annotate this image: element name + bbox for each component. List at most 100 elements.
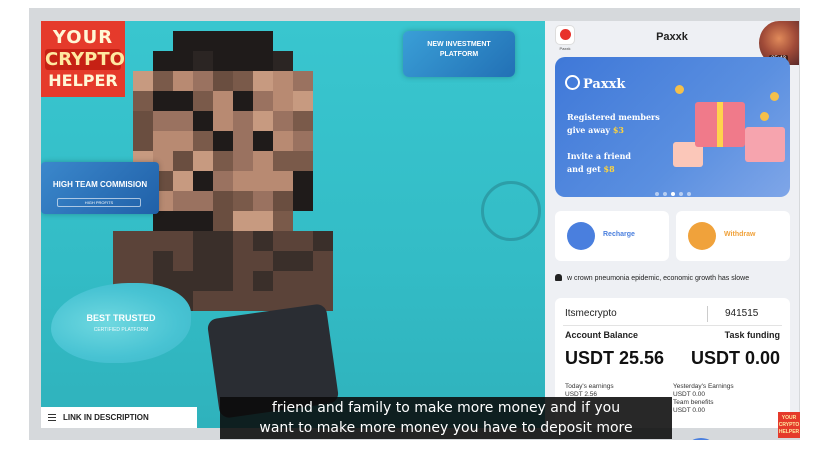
carousel-dot-active[interactable] [671, 192, 675, 196]
carousel-indicator [655, 183, 695, 197]
mosaic-block [273, 271, 293, 291]
mosaic-block [273, 251, 293, 271]
mosaic-block [293, 111, 313, 131]
mosaic-block [233, 291, 253, 311]
mosaic-block [293, 271, 313, 291]
yesterday-earnings-label: Yesterday's Earnings [673, 383, 734, 390]
mosaic-block [153, 91, 173, 111]
mosaic-block [273, 91, 293, 111]
mosaic-block [253, 231, 273, 251]
mosaic-block [153, 111, 173, 131]
mosaic-block [193, 291, 213, 311]
carousel-dot[interactable] [687, 192, 691, 196]
mosaic-block [173, 171, 193, 191]
mosaic-block [253, 171, 273, 191]
invest-card-line-2: PLATFORM [439, 51, 479, 58]
yesterday-earnings-value: USDT 0.00 [673, 391, 706, 398]
mosaic-block [113, 251, 133, 271]
carousel-dot[interactable] [679, 192, 683, 196]
mosaic-block [293, 171, 313, 191]
mosaic-block [133, 71, 153, 91]
subtitle-caption: friend and family to make more money and… [220, 397, 672, 439]
mosaic-block [273, 151, 293, 171]
mosaic-block [273, 111, 293, 131]
mosaic-block [273, 171, 293, 191]
link-in-description-label: LINK IN DESCRIPTION [63, 413, 149, 422]
mosaic-block [273, 51, 293, 71]
mosaic-block [293, 251, 313, 271]
carousel-dot[interactable] [663, 192, 667, 196]
trusted-title: BEST TRUSTED [86, 313, 156, 323]
mosaic-block [253, 51, 273, 71]
mosaic-block [273, 131, 293, 151]
withdraw-button[interactable]: Withdraw [676, 211, 790, 261]
banner-line-4: and get $8 [567, 164, 615, 174]
mini-logo-line-2: CRYPTO [778, 422, 800, 428]
mosaic-block [193, 191, 213, 211]
divider [563, 325, 782, 326]
mosaic-block [193, 211, 213, 231]
video-player[interactable]: YOUR CRYPTO HELPER NEW INVESTMENT PLATFO… [41, 21, 545, 428]
today-earnings-label: Today's earnings [565, 383, 614, 390]
mosaic-block [173, 31, 193, 51]
logo-line-3: HELPER [48, 71, 118, 90]
mosaic-block [133, 131, 153, 151]
mosaic-block [213, 91, 233, 111]
mosaic-block [153, 251, 173, 271]
pixelated-person [113, 21, 340, 428]
ticker-text: w crown pneumonia epidemic, economic gro… [567, 275, 750, 282]
mosaic-block [253, 211, 273, 231]
mosaic-block [233, 271, 253, 291]
mosaic-block [213, 171, 233, 191]
mosaic-block [253, 91, 273, 111]
account-id: 941515 [725, 308, 759, 319]
account-balance-value: USDT 25.56 [565, 348, 665, 368]
recharge-label: Recharge [603, 231, 635, 238]
mosaic-block [293, 231, 313, 251]
mosaic-block [253, 151, 273, 171]
recharge-button[interactable]: Recharge [555, 211, 669, 261]
paxxk-app-panel: Paxxk Paxxk 25:43 Paxxk Registered membe… [545, 21, 799, 428]
mosaic-block [213, 51, 233, 71]
mosaic-block [193, 91, 213, 111]
mosaic-block [213, 231, 233, 251]
coin-icon [675, 85, 684, 94]
mosaic-block [273, 231, 293, 251]
mosaic-block [153, 231, 173, 251]
mosaic-block [233, 151, 253, 171]
floating-action-button[interactable] [687, 438, 715, 440]
banner-line-2: give away $3 [567, 125, 624, 135]
video-frame: YOUR CRYPTO HELPER NEW INVESTMENT PLATFO… [29, 8, 800, 440]
mosaic-block [253, 271, 273, 291]
mosaic-block [173, 131, 193, 151]
mosaic-block [153, 51, 173, 71]
mosaic-block [193, 31, 213, 51]
promo-banner[interactable]: Paxxk Registered members give away $3 In… [555, 57, 790, 197]
mosaic-block [213, 291, 233, 311]
bell-icon [555, 274, 562, 281]
banner-brand: Paxxk [583, 77, 626, 92]
money-bag-icon [688, 222, 716, 250]
mosaic-block [193, 251, 213, 271]
mosaic-block [173, 211, 193, 231]
team-card-subtitle: HIGH PROFITS [57, 198, 141, 207]
mosaic-block [233, 71, 253, 91]
mosaic-block [213, 271, 233, 291]
mosaic-block [273, 71, 293, 91]
mosaic-block [273, 191, 293, 211]
account-username: Itsmecrypto [565, 308, 617, 319]
caption-line-1: friend and family to make more money and… [271, 400, 621, 416]
high-team-commision-card: HIGH TEAM COMMISION HIGH PROFITS [41, 162, 159, 214]
account-balance-label: Account Balance [565, 330, 639, 340]
mosaic-block [213, 131, 233, 151]
mosaic-block [293, 191, 313, 211]
mosaic-block [233, 51, 253, 71]
link-in-description-bar[interactable]: LINK IN DESCRIPTION [41, 407, 197, 428]
mosaic-block [193, 231, 213, 251]
mosaic-block [213, 31, 233, 51]
withdraw-label: Withdraw [724, 231, 756, 238]
mosaic-block [113, 231, 133, 251]
coin-icon [770, 92, 779, 101]
carousel-dot[interactable] [655, 192, 659, 196]
mosaic-block [193, 111, 213, 131]
